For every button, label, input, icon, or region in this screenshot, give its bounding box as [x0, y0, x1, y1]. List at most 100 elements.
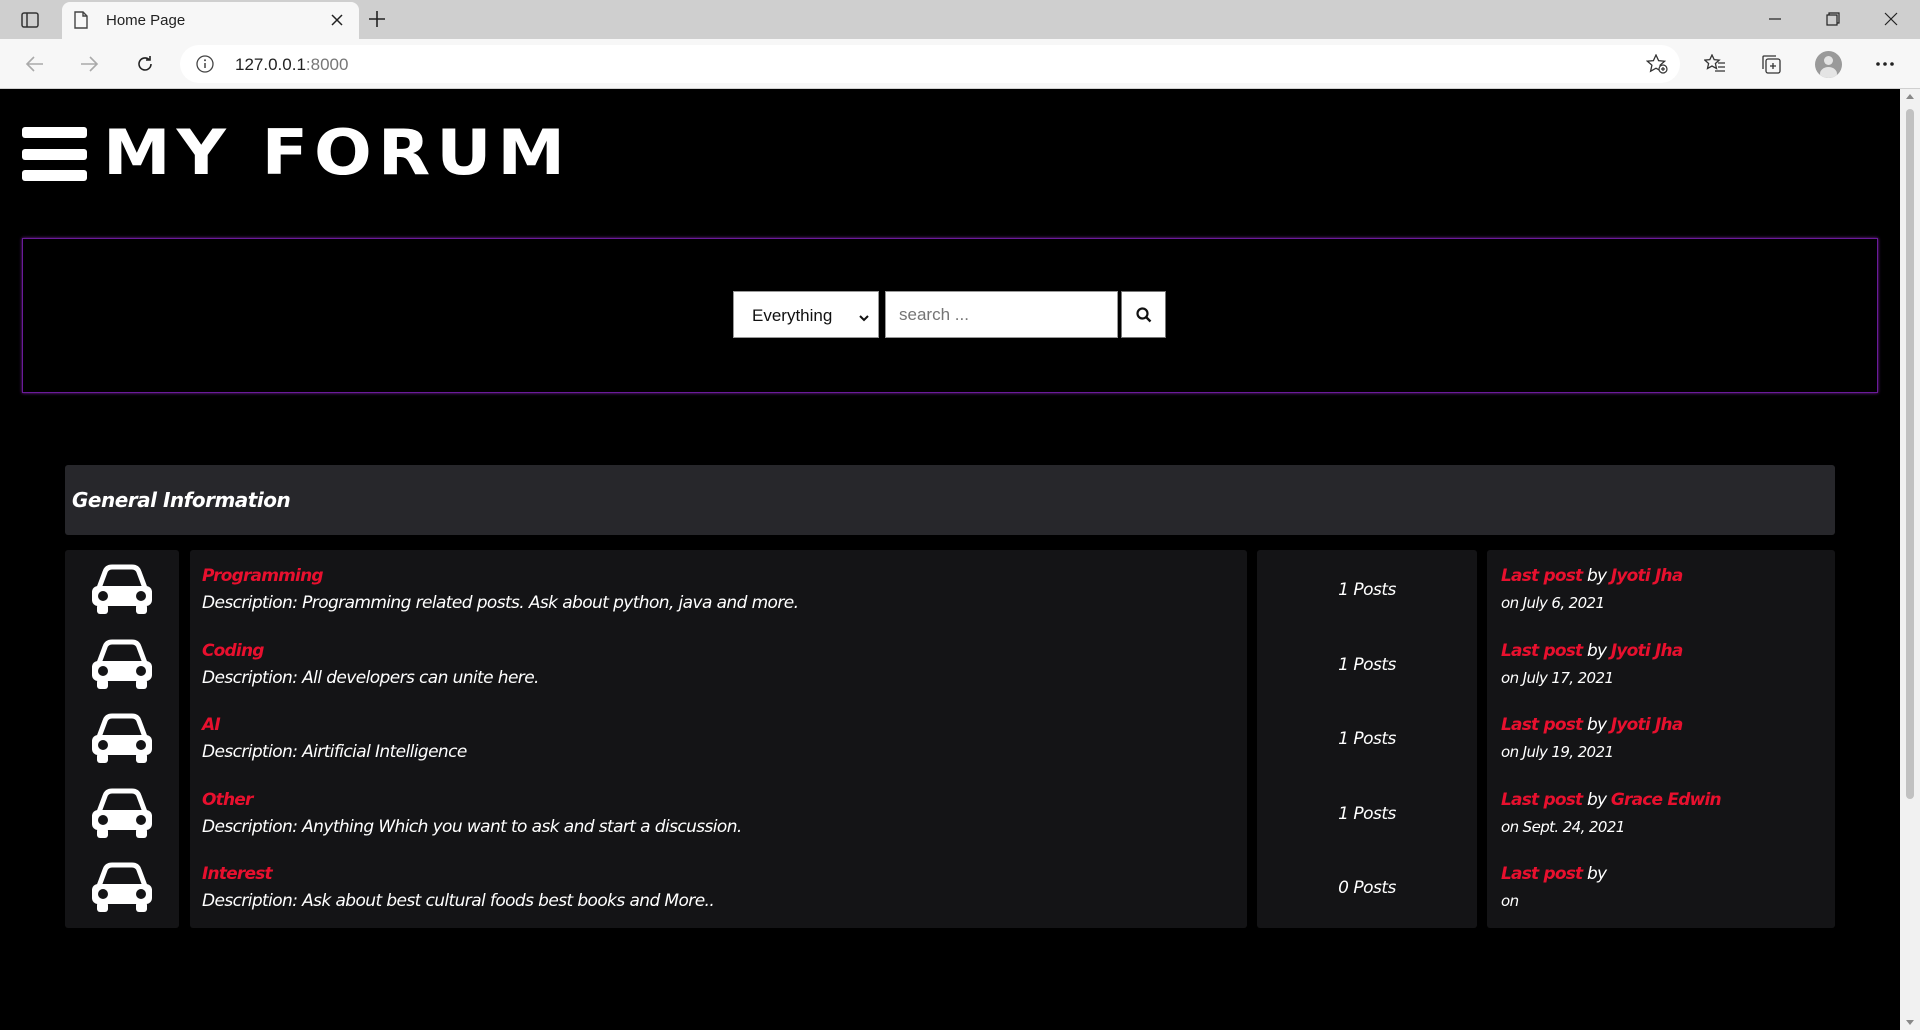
forum-post-count: 1 Posts	[1338, 803, 1396, 824]
car-icon	[92, 639, 152, 689]
forum-name-link[interactable]: AI	[202, 715, 221, 735]
forum-description: Description: Programming related posts. …	[202, 593, 799, 613]
minimize-icon[interactable]	[1752, 8, 1798, 30]
tab-title: Home Page	[106, 12, 186, 29]
document-icon	[74, 11, 88, 34]
forum-posts-cell: 1 Posts	[1257, 624, 1477, 705]
favorites-icon[interactable]	[1700, 49, 1730, 79]
scroll-up-icon[interactable]	[1906, 94, 1914, 99]
url-text: 127.0.0.1:8000	[235, 55, 349, 74]
scroll-thumb[interactable]	[1906, 109, 1914, 799]
menu-icon[interactable]	[22, 127, 87, 181]
last-post-author-link[interactable]: Grace Edwin	[1611, 790, 1722, 810]
last-post-link[interactable]: Last post	[1501, 715, 1583, 735]
avatar	[1814, 50, 1842, 78]
car-icon	[92, 564, 152, 614]
forum-posts-cell: 1 Posts	[1257, 550, 1477, 630]
browser-tab[interactable]: Home Page	[62, 2, 359, 39]
forum-post-count: 1 Posts	[1338, 729, 1396, 749]
forum-name-link[interactable]: Coding	[202, 641, 264, 661]
forum-info-cell: Programming Description: Programming rel…	[190, 550, 1247, 630]
forum-icon-cell	[65, 773, 179, 854]
forum-icon-cell	[65, 624, 179, 705]
forum-description: Description: All developers can unite he…	[202, 667, 539, 688]
last-post-by-label: by	[1586, 640, 1607, 661]
forum-name-link[interactable]: Other	[202, 790, 253, 810]
forum-last-post-cell: Last post by Jyoti Jha on July 6, 2021	[1487, 550, 1835, 630]
scroll-down-icon[interactable]	[1906, 1020, 1914, 1025]
last-post-by-label: by	[1586, 789, 1607, 810]
last-post-author-link[interactable]: Jyoti Jha	[1611, 715, 1683, 735]
last-post-by-label: by	[1586, 864, 1607, 884]
forum-last-post-cell: Last post by on	[1487, 848, 1835, 928]
last-post-link[interactable]: Last post	[1501, 864, 1583, 884]
page-scrollbar[interactable]	[1900, 89, 1920, 1030]
search-input-wrapper	[885, 291, 1118, 338]
forum-icon-cell	[65, 550, 179, 630]
new-tab-icon[interactable]	[366, 8, 388, 35]
site-logo[interactable]: MY FORUM	[22, 117, 572, 190]
tab-actions-icon[interactable]	[14, 8, 46, 32]
restore-icon[interactable]	[1810, 8, 1856, 30]
forum-row: Coding Description: All developers can u…	[65, 624, 1835, 705]
car-icon	[92, 713, 152, 763]
car-icon	[92, 788, 152, 838]
forum-last-post-cell: Last post by Grace Edwin on Sept. 24, 20…	[1487, 773, 1835, 854]
address-bar-row: 127.0.0.1:8000	[0, 39, 1920, 89]
last-post-author-link[interactable]: Jyoti Jha	[1611, 566, 1683, 586]
forum-post-count: 1 Posts	[1338, 654, 1396, 675]
collections-icon[interactable]	[1756, 49, 1786, 79]
last-post-link[interactable]: Last post	[1501, 790, 1583, 810]
back-icon[interactable]	[20, 50, 50, 78]
last-post-date: on July 19, 2021	[1501, 743, 1614, 761]
refresh-icon[interactable]	[130, 50, 160, 78]
forum-description: Description: Anything Which you want to …	[202, 816, 742, 837]
forum-info-cell: Interest Description: Ask about best cul…	[190, 848, 1247, 928]
last-post-by-label: by	[1586, 566, 1607, 586]
forum-row: Programming Description: Programming rel…	[65, 550, 1835, 630]
forum-post-count: 1 Posts	[1338, 580, 1396, 600]
forum-description: Description: Ask about best cultural foo…	[202, 891, 715, 911]
forum-last-post-cell: Last post by Jyoti Jha on July 19, 2021	[1487, 699, 1835, 779]
forum-info-cell: Coding Description: All developers can u…	[190, 624, 1247, 705]
last-post-by-label: by	[1586, 715, 1607, 735]
search-scope-select[interactable]: Everything	[733, 291, 879, 338]
section-title: General Information	[72, 488, 291, 512]
search-panel: Everything	[22, 238, 1878, 393]
more-options-icon[interactable]	[1870, 49, 1900, 79]
profile-avatar[interactable]	[1813, 49, 1843, 79]
last-post-link[interactable]: Last post	[1501, 566, 1583, 586]
forum-icon-cell	[65, 848, 179, 928]
browser-tab-bar: Home Page	[0, 0, 1920, 39]
forum-row: AI Description: Airtificial Intelligence…	[65, 699, 1835, 779]
last-post-date: on Sept. 24, 2021	[1501, 817, 1625, 836]
add-favorite-icon[interactable]	[1645, 53, 1668, 79]
last-post-date: on July 6, 2021	[1501, 594, 1605, 612]
search-button[interactable]	[1121, 291, 1166, 338]
forum-row: Other Description: Anything Which you wa…	[65, 773, 1835, 854]
forum-icon-cell	[65, 699, 179, 779]
forum-posts-cell: 1 Posts	[1257, 773, 1477, 854]
close-window-icon[interactable]	[1868, 8, 1914, 30]
forum-last-post-cell: Last post by Jyoti Jha on July 17, 2021	[1487, 624, 1835, 705]
forum-posts-cell: 0 Posts	[1257, 848, 1477, 928]
forum-posts-cell: 1 Posts	[1257, 699, 1477, 779]
search-input[interactable]	[886, 292, 1117, 337]
search-icon	[1135, 306, 1151, 322]
forum-info-cell: Other Description: Anything Which you wa…	[190, 773, 1247, 854]
forum-name-link[interactable]: Interest	[202, 864, 273, 884]
forum-description: Description: Airtificial Intelligence	[202, 742, 467, 762]
close-tab-icon[interactable]	[328, 11, 346, 34]
forum-name-link[interactable]: Programming	[202, 566, 324, 586]
logo-text: MY FORUM	[103, 117, 572, 190]
forum-info-cell: AI Description: Airtificial Intelligence	[190, 699, 1247, 779]
last-post-author-link[interactable]: Jyoti Jha	[1611, 641, 1683, 661]
url-field[interactable]: 127.0.0.1:8000	[180, 45, 1680, 83]
car-icon	[92, 862, 152, 912]
last-post-link[interactable]: Last post	[1501, 641, 1583, 661]
forward-icon[interactable]	[74, 50, 104, 78]
section-header: General Information	[65, 465, 1835, 535]
site-info-icon[interactable]	[196, 55, 214, 78]
forum-row: Interest Description: Ask about best cul…	[65, 848, 1835, 928]
search-scope-value: Everything	[752, 306, 833, 325]
